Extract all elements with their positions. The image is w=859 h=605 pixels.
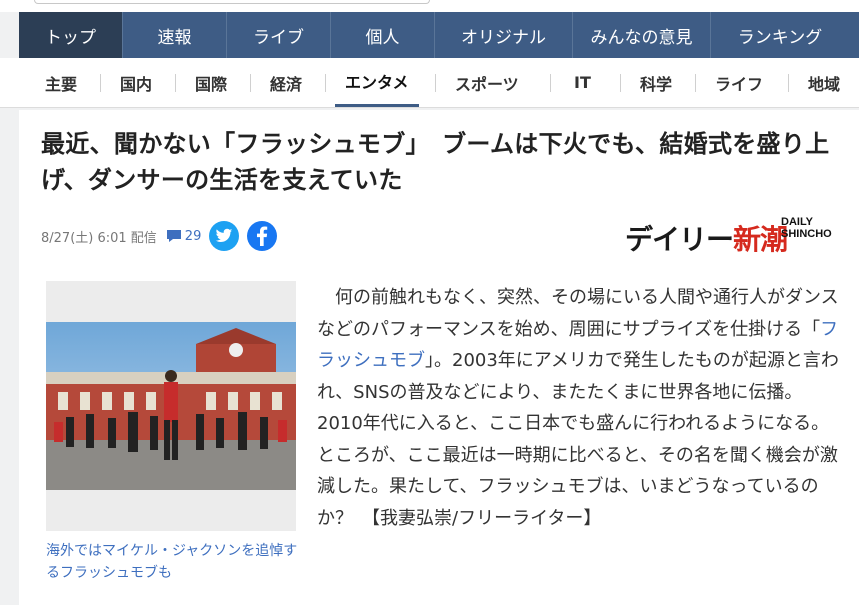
divider — [695, 74, 696, 92]
main-nav-opinions[interactable]: みんなの意見 — [573, 12, 711, 58]
main-nav-ranking[interactable]: ランキング — [711, 12, 849, 58]
top-strip — [0, 0, 859, 12]
publish-date: 8/27(土) 6:01 配信 — [41, 230, 157, 246]
category-domestic[interactable]: 国内 — [120, 58, 152, 107]
divider — [250, 74, 251, 92]
comment-count: 29 — [184, 228, 202, 244]
article-paragraph: 何の前触れもなく、突然、その場にいる人間や通行人がダンスなどのパフォーマンスを始… — [317, 287, 839, 529]
search-box-edge[interactable] — [34, 0, 430, 4]
divider — [175, 74, 176, 92]
facebook-f-icon — [257, 226, 268, 246]
divider — [100, 74, 101, 92]
flash-mob-photo — [46, 322, 296, 490]
article-content: 最近、聞かない「フラッシュモブ」 ブームは下火でも、結婚式を盛り上げ、ダンサーの… — [19, 110, 859, 605]
category-economy[interactable]: 経済 — [270, 58, 302, 107]
category-international[interactable]: 国際 — [195, 58, 227, 107]
divider — [435, 74, 436, 92]
main-nav-breaking[interactable]: 速報 — [123, 12, 227, 58]
article-meta: 8/27(土) 6:01 配信 29 — [41, 221, 278, 251]
main-nav-personal[interactable]: 個人 — [331, 12, 435, 58]
twitter-share-button[interactable] — [209, 221, 240, 251]
article-title: 最近、聞かない「フラッシュモブ」 ブームは下火でも、結婚式を盛り上げ、ダンサーの… — [41, 130, 830, 194]
article-image[interactable] — [46, 281, 296, 531]
main-nav-original[interactable]: オリジナル — [435, 12, 573, 58]
speech-bubble-icon — [166, 230, 181, 242]
comment-link[interactable]: 29 — [165, 228, 202, 244]
main-nav-top[interactable]: トップ — [19, 12, 123, 58]
category-sports[interactable]: スポーツ — [455, 58, 519, 107]
publisher-logo-jp: デイリー新潮 — [625, 223, 788, 256]
category-main[interactable]: 主要 — [45, 58, 77, 107]
divider — [620, 74, 621, 92]
image-caption[interactable]: 海外ではマイケル・ジャクソンを追悼するフラッシュモブも — [46, 540, 301, 584]
twitter-bird-icon — [216, 228, 233, 242]
divider — [325, 74, 326, 92]
category-life[interactable]: ライフ — [715, 58, 763, 107]
category-nav: 主要 国内 国際 経済 エンタメ スポーツ IT 科学 ライフ 地域 — [0, 58, 859, 108]
divider — [550, 74, 551, 92]
publisher-logo[interactable]: デイリー新潮 DAILY SHINCHO — [625, 208, 843, 256]
publisher-logo-en: DAILY SHINCHO — [781, 216, 832, 240]
category-entertainment[interactable]: エンタメ — [335, 58, 419, 107]
article-body: 何の前触れもなく、突然、その場にいる人間や通行人がダンスなどのパフォーマンスを始… — [317, 282, 847, 534]
facebook-share-button[interactable] — [247, 221, 278, 251]
main-nav: トップ 速報 ライブ 個人 オリジナル みんなの意見 ランキング — [19, 12, 859, 58]
divider — [788, 74, 789, 92]
category-science[interactable]: 科学 — [640, 58, 672, 107]
main-nav-live[interactable]: ライブ — [227, 12, 331, 58]
category-it[interactable]: IT — [574, 58, 591, 107]
category-regional[interactable]: 地域 — [808, 58, 840, 107]
